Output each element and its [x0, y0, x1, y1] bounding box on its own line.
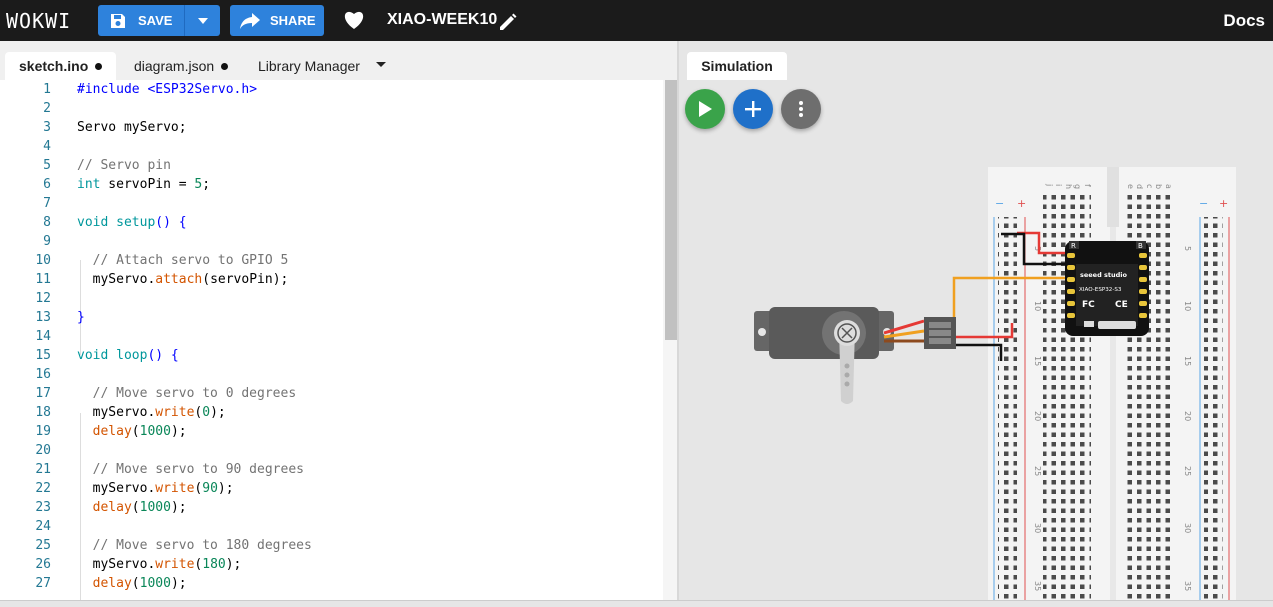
- code-line: 17 // Move servo to 0 degrees: [35, 386, 297, 401]
- editor-tabs: sketch.ino diagram.json Library Manager: [0, 41, 677, 80]
- share-label: SHARE: [270, 13, 316, 28]
- svg-text:25: 25: [1183, 466, 1192, 476]
- board-model: XIAO-ESP32-S3: [1079, 287, 1122, 293]
- unsaved-dot-icon: [221, 62, 229, 70]
- editor-scrollbar[interactable]: [663, 80, 677, 607]
- save-button[interactable]: SAVE: [98, 5, 220, 36]
- wokwi-logo[interactable]: WOKWI: [6, 9, 96, 33]
- code-line: 12: [35, 291, 51, 306]
- ce-mark-icon: CE: [1115, 300, 1128, 310]
- code-line: 20: [35, 443, 51, 458]
- code-line: 10 // Attach servo to GPIO 5: [35, 253, 289, 268]
- code-line: 13}: [35, 310, 85, 325]
- tab-label: diagram.json: [134, 58, 215, 74]
- save-dropdown-button[interactable]: [184, 5, 220, 36]
- svg-text:i: i: [1054, 184, 1063, 186]
- circuit-canvas[interactable]: − + − + 5 10 15 20 25 30 35 5 10 15 20 2…: [679, 41, 1273, 607]
- tab-library-manager[interactable]: Library Manager: [244, 52, 374, 80]
- scrollbar-thumb[interactable]: [665, 80, 677, 340]
- code-line: 3 Servo myServo;: [43, 120, 187, 135]
- code-line: 15 void loop() {: [35, 348, 179, 363]
- docs-link[interactable]: Docs: [1223, 11, 1265, 31]
- rail-minus-label: −: [995, 197, 1004, 210]
- code-line: 11 myServo.attach(servoPin);: [35, 272, 289, 287]
- svg-text:j: j: [1045, 183, 1054, 186]
- code-line: 21 // Move servo to 90 degrees: [35, 462, 304, 477]
- code-area[interactable]: 1 #include <ESP32Servo.h> 2 3 Servo myServ…: [0, 80, 663, 607]
- svg-text:a: a: [1164, 184, 1173, 189]
- svg-text:h: h: [1064, 184, 1073, 189]
- servo-motor[interactable]: [754, 307, 956, 404]
- svg-text:25: 25: [1033, 466, 1042, 476]
- rail-plus-label: +: [1017, 197, 1026, 210]
- svg-text:30: 30: [1033, 523, 1042, 533]
- board-pin-b: B: [1138, 242, 1143, 250]
- share-button[interactable]: SHARE: [230, 5, 324, 36]
- code-line: 26 myServo.write(180);: [35, 557, 242, 572]
- svg-text:35: 35: [1183, 581, 1192, 591]
- fcc-mark-icon: FC: [1082, 300, 1095, 310]
- code-line: 6 int servoPin = 5;: [43, 177, 211, 192]
- svg-text:20: 20: [1183, 411, 1192, 421]
- svg-text:f: f: [1083, 184, 1092, 187]
- code-line: 1 #include <ESP32Servo.h>: [43, 82, 258, 97]
- status-bar: [0, 600, 1273, 607]
- code-line: 7: [43, 196, 51, 211]
- board-pin-r: R: [1071, 242, 1076, 250]
- svg-text:15: 15: [1033, 356, 1042, 366]
- svg-text:5: 5: [1033, 246, 1042, 251]
- code-line: 23 delay(1000);: [35, 500, 187, 515]
- code-line: 2: [43, 101, 51, 116]
- code-line: 8 void setup() {: [43, 215, 187, 230]
- simulation-pane: Simulation − + − + 5 10 15 20 25 30 35 5…: [679, 41, 1273, 607]
- pencil-icon[interactable]: [498, 12, 518, 37]
- code-editor-pane: sketch.ino diagram.json Library Manager …: [0, 41, 677, 607]
- top-bar: WOKWI SAVE SHARE XIAO-WEEK10 Docs: [0, 0, 1273, 41]
- tab-label: Library Manager: [258, 58, 360, 74]
- rail-plus-label: +: [1219, 197, 1228, 210]
- svg-text:c: c: [1145, 184, 1154, 188]
- svg-text:15: 15: [1183, 356, 1192, 366]
- save-icon: [108, 11, 128, 31]
- code-line: 14: [35, 329, 51, 344]
- code-line: 27 delay(1000);: [35, 576, 187, 591]
- code-line: 18 myServo.write(0);: [35, 405, 226, 420]
- svg-text:e: e: [1126, 184, 1135, 189]
- code-line: 25 // Move servo to 180 degrees: [35, 538, 312, 553]
- svg-text:g: g: [1073, 184, 1082, 189]
- share-icon: [240, 12, 260, 29]
- code-line: 22 myServo.write(90);: [35, 481, 234, 496]
- rail-minus-label: −: [1199, 197, 1208, 210]
- tab-label: sketch.ino: [19, 58, 89, 74]
- save-label: SAVE: [138, 13, 173, 28]
- code-line: 19 delay(1000);: [35, 424, 187, 439]
- code-line: 24: [35, 519, 51, 534]
- heart-icon[interactable]: [343, 10, 365, 35]
- svg-text:30: 30: [1183, 523, 1192, 533]
- svg-text:20: 20: [1033, 411, 1042, 421]
- code-line: 4: [43, 139, 51, 154]
- project-name[interactable]: XIAO-WEEK10: [387, 11, 497, 29]
- svg-text:d: d: [1135, 184, 1144, 189]
- code-line: 16: [35, 367, 51, 382]
- code-line: 9: [43, 234, 51, 249]
- svg-text:5: 5: [1183, 246, 1192, 251]
- unsaved-dot-icon: [95, 62, 103, 70]
- chevron-down-icon[interactable]: [376, 62, 386, 67]
- tab-diagram[interactable]: diagram.json: [120, 52, 242, 80]
- board-brand: seeed studio: [1080, 271, 1127, 279]
- code-line: 5// Servo pin: [43, 158, 171, 173]
- svg-text:b: b: [1154, 184, 1163, 189]
- dropdown-icon: [197, 17, 208, 24]
- xiao-esp32s3-board[interactable]: R B seeed studio XIAO-ESP32-S3 FC CE: [1065, 241, 1149, 336]
- svg-text:10: 10: [1183, 301, 1192, 311]
- svg-text:35: 35: [1033, 581, 1042, 591]
- tab-sketch[interactable]: sketch.ino: [5, 52, 117, 80]
- svg-text:10: 10: [1033, 301, 1042, 311]
